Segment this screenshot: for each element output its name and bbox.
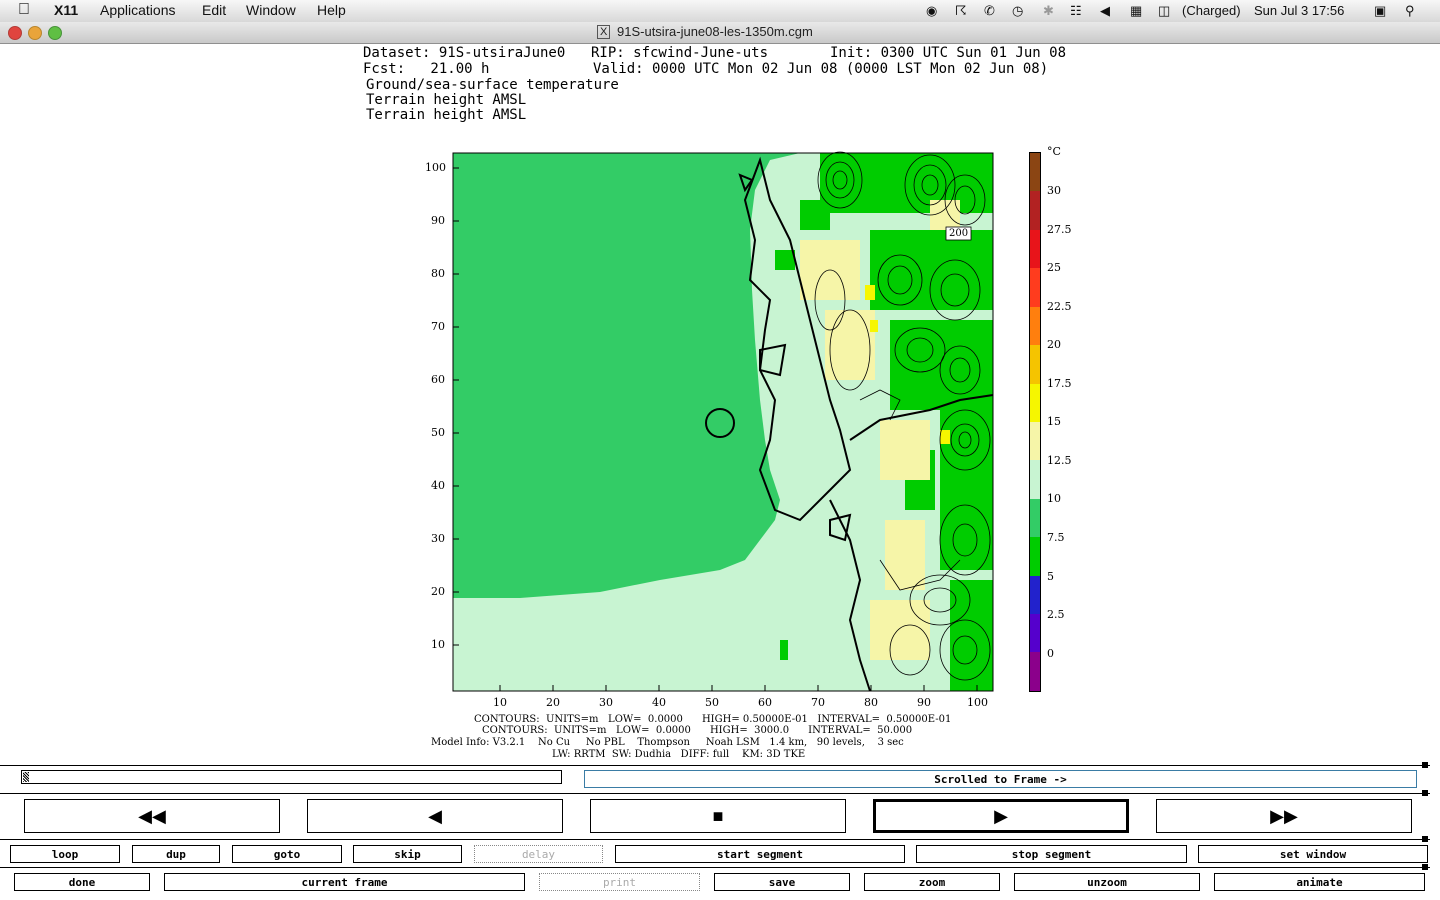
footer-contours-2: CONTOURS: UNITS=m LOW= 0.0000 HIGH= 3000… [482, 725, 913, 736]
colorbar-segment [1030, 421, 1040, 461]
stop-segment-button[interactable]: stop segment [916, 845, 1187, 863]
colorbar-segment [1030, 614, 1040, 653]
colorbar-label: 5 [1047, 570, 1054, 583]
skip-button[interactable]: skip [353, 845, 462, 863]
ytick-label: 30 [431, 532, 445, 545]
fast-forward-icon: ▶▶ [1270, 805, 1298, 826]
colorbar-label: 0 [1047, 647, 1054, 660]
colorbar-unit: °C [1047, 145, 1061, 158]
ytick-label: 10 [431, 638, 445, 651]
colorbar-segment [1030, 537, 1040, 576]
goto-button[interactable]: goto [232, 845, 342, 863]
stop-icon: ■ [712, 805, 724, 826]
colorbar-label: 10 [1047, 492, 1061, 505]
footer-model-info: Model Info: V3.2.1 No Cu No PBL Thompson… [431, 737, 904, 748]
colorbar-segment [1030, 345, 1040, 384]
colorbar-label: 2.5 [1047, 608, 1065, 621]
xtick-label: 30 [599, 696, 613, 709]
current-frame-button[interactable]: current frame [164, 873, 525, 891]
colorbar-segment [1030, 383, 1040, 422]
ytick-label: 90 [431, 214, 445, 227]
colorbar-label: 17.5 [1047, 377, 1072, 390]
xtick-label: 70 [811, 696, 825, 709]
fast-forward-button[interactable]: ▶▶ [1156, 799, 1412, 833]
play-button[interactable]: ▶ [873, 799, 1129, 833]
delay-button[interactable]: delay [474, 845, 603, 863]
ytick-label: 100 [425, 161, 446, 174]
pane-handle[interactable] [1422, 762, 1428, 768]
ytick-label: 20 [431, 585, 445, 598]
colorbar-segment [1030, 229, 1040, 269]
xtick-label: 100 [967, 696, 988, 709]
play-icon: ▶ [994, 805, 1008, 826]
ytick-label: 40 [431, 479, 445, 492]
colorbar-label: 12.5 [1047, 454, 1072, 467]
print-button[interactable]: print [539, 873, 700, 891]
panel-divider [0, 867, 1430, 868]
xtick-label: 50 [705, 696, 719, 709]
step-back-button[interactable]: ◀ [307, 799, 563, 833]
panel-divider [0, 765, 1430, 766]
colorbar-segment [1030, 153, 1040, 192]
colorbar-label: 25 [1047, 261, 1061, 274]
frame-scrollbar[interactable] [21, 770, 562, 784]
xtick-label: 60 [758, 696, 772, 709]
colorbar-label: 7.5 [1047, 531, 1065, 544]
panel-divider [0, 839, 1430, 840]
status-field: Scrolled to Frame -> [584, 770, 1417, 788]
xtick-label: 80 [864, 696, 878, 709]
ytick-label: 80 [431, 267, 445, 280]
dup-button[interactable]: dup [132, 845, 220, 863]
colorbar-segment [1030, 306, 1040, 346]
xtick-label: 40 [652, 696, 666, 709]
colorbar-label: 22.5 [1047, 300, 1072, 313]
ytick-label: 50 [431, 426, 445, 439]
scrollbar-thumb[interactable] [23, 772, 29, 782]
pane-handle[interactable] [1422, 836, 1428, 842]
colorbar-segment [1030, 191, 1040, 230]
colorbar-segment [1030, 460, 1040, 499]
pane-handle[interactable] [1422, 790, 1428, 796]
step-back-icon: ◀ [428, 805, 442, 826]
zoom-button[interactable]: zoom [864, 873, 1000, 891]
set-window-button[interactable]: set window [1198, 845, 1428, 863]
loop-button[interactable]: loop [10, 845, 120, 863]
colorbar-segment [1030, 498, 1040, 538]
rewind-icon: ◀◀ [138, 805, 166, 826]
xtick-label: 10 [493, 696, 507, 709]
pane-handle[interactable] [1422, 864, 1428, 870]
contour-label: 200 [949, 228, 969, 239]
colorbar-segment [1030, 652, 1040, 691]
panel-divider [0, 793, 1430, 794]
colorbar-label: 15 [1047, 415, 1061, 428]
start-segment-button[interactable]: start segment [615, 845, 905, 863]
xtick-label: 90 [917, 696, 931, 709]
colorbar [1029, 152, 1041, 692]
save-button[interactable]: save [714, 873, 850, 891]
colorbar-label: 20 [1047, 338, 1061, 351]
stop-button[interactable]: ■ [590, 799, 846, 833]
colorbar-segment [1030, 575, 1040, 615]
colorbar-label: 27.5 [1047, 223, 1072, 236]
colorbar-label: 30 [1047, 184, 1061, 197]
xtick-label: 20 [546, 696, 560, 709]
animate-button[interactable]: animate [1214, 873, 1425, 891]
footer-physics: LW: RRTM SW: Dudhia DIFF: full KM: 3D TK… [552, 749, 806, 760]
footer-contours-1: CONTOURS: UNITS=m LOW= 0.0000 HIGH= 0.50… [474, 714, 952, 725]
rewind-button[interactable]: ◀◀ [24, 799, 280, 833]
ytick-label: 70 [431, 320, 445, 333]
ytick-label: 60 [431, 373, 445, 386]
unzoom-button[interactable]: unzoom [1014, 873, 1200, 891]
done-button[interactable]: done [14, 873, 150, 891]
colorbar-segment [1030, 268, 1040, 307]
